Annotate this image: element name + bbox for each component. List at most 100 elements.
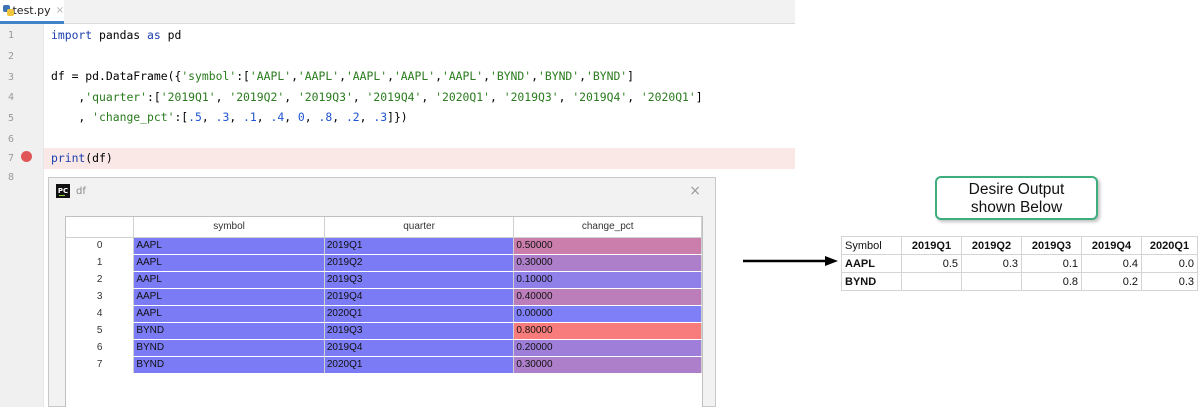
cell-symbol: AAPL <box>133 271 325 289</box>
code-separator: , <box>531 69 538 83</box>
line-number: 1 <box>7 30 14 41</box>
table-cell: 0.0 <box>1141 254 1198 273</box>
column-header[interactable]: symbol <box>133 217 325 238</box>
table-cell <box>961 272 1022 291</box>
code-separator: , <box>229 110 244 124</box>
cell-quarter: 2020Q1 <box>324 356 515 374</box>
row-index: 0 <box>66 237 135 255</box>
code-separator: , <box>291 69 298 83</box>
table-row[interactable]: 5 BYND 2019Q3 0.80000 <box>66 322 702 340</box>
code-literal: '2020Q1' <box>640 90 696 104</box>
table-cell: 0.2 <box>1081 272 1142 291</box>
code-separator: , <box>359 110 374 124</box>
code-line-5: , 'change_pct':[.5, .3, .1, .4, 0, .8, .… <box>51 110 408 124</box>
cell-quarter: 2019Q4 <box>324 339 515 357</box>
table-row[interactable]: 6 BYND 2019Q4 0.20000 <box>66 339 702 357</box>
code-literal: .2 <box>345 110 360 124</box>
column-header[interactable]: change_pct <box>513 217 702 238</box>
table-cell: 0.4 <box>1081 254 1142 273</box>
table-header-row: Symbol 2019Q1 2019Q2 2019Q3 2019Q4 2020Q… <box>841 236 1198 255</box>
code-separator: , <box>284 110 298 124</box>
cell-change-pct: 0.50000 <box>513 237 702 255</box>
callout-line: shown Below <box>970 199 1063 216</box>
table-cell: 0.3 <box>961 254 1022 273</box>
column-header: 2019Q1 <box>901 236 962 255</box>
cell-symbol: AAPL <box>133 254 325 272</box>
code-separator: , <box>339 69 346 83</box>
column-header[interactable]: quarter <box>324 217 515 238</box>
code-separator: , <box>579 69 587 83</box>
code-literal: .3 <box>215 110 230 124</box>
code-literal: 'AAPL' <box>393 69 436 83</box>
row-symbol: BYND <box>841 272 902 291</box>
line-number: 7 <box>7 153 14 164</box>
table-row[interactable]: 1 AAPL 2019Q2 0.30000 <box>66 254 702 272</box>
editor-tab-bar: test.py × <box>0 0 795 24</box>
line-number-gutter: 1 2 3 4 5 6 7 8 <box>0 24 44 407</box>
table-row[interactable]: 0 AAPL 2019Q1 0.50000 <box>66 237 702 255</box>
code-literal: 'AAPL' <box>249 69 292 83</box>
cell-quarter: 2019Q4 <box>324 288 515 306</box>
breakpoint-icon[interactable] <box>21 151 32 162</box>
table-row[interactable]: 4 AAPL 2020Q1 0.00000 <box>66 305 702 323</box>
cell-quarter: 2019Q1 <box>324 237 515 255</box>
table-cell: 0.1 <box>1021 254 1082 273</box>
code-separator: , <box>490 90 504 104</box>
code-line-1: import pandas as pd <box>51 28 182 42</box>
line-number: 5 <box>7 113 14 124</box>
cell-change-pct: 0.00000 <box>513 305 702 323</box>
code-literal: .1 <box>243 110 257 124</box>
row-index: 7 <box>66 356 135 374</box>
code-separator: , <box>421 90 436 104</box>
dialog-header: PC df × <box>49 178 715 206</box>
code-literal: 0 <box>297 110 305 124</box>
dialog-title: df <box>76 186 86 197</box>
table-header-row: symbol quarter change_pct <box>66 217 702 238</box>
cell-quarter: 2019Q3 <box>324 271 515 289</box>
code-separator: , <box>435 69 442 83</box>
row-index: 5 <box>66 322 135 340</box>
code-literal: .3 <box>373 110 388 124</box>
code-line-7: print(df) <box>51 151 113 165</box>
cell-change-pct: 0.30000 <box>513 356 702 374</box>
column-header: 2019Q3 <box>1021 236 1082 255</box>
row-index: 2 <box>66 271 135 289</box>
table-row[interactable]: 7 BYND 2020Q1 0.30000 <box>66 356 702 374</box>
code-literal: 'AAPL' <box>345 69 388 83</box>
desired-output-callout: Desire Output shown Below <box>935 176 1098 220</box>
cell-symbol: AAPL <box>133 237 325 255</box>
index-header <box>66 217 135 238</box>
code-line-3: df = pd.DataFrame({'symbol':['AAPL','AAP… <box>51 69 635 83</box>
tab-label: test.py <box>12 4 51 17</box>
cell-quarter: 2019Q2 <box>324 254 515 272</box>
cell-change-pct: 0.40000 <box>513 288 702 306</box>
table-row[interactable]: 2 AAPL 2019Q3 0.10000 <box>66 271 702 289</box>
column-header: 2019Q2 <box>961 236 1022 255</box>
code-literal: '2019Q4' <box>366 90 422 104</box>
line-number: 4 <box>7 92 14 103</box>
arrow-right-icon <box>743 256 838 266</box>
close-icon[interactable]: × <box>689 183 701 199</box>
code-literal: .8 <box>318 110 333 124</box>
code-separator: , <box>332 110 346 124</box>
code-literal: '2019Q2' <box>229 90 285 104</box>
cell-symbol: BYND <box>133 356 325 374</box>
code-separator: , <box>483 69 490 83</box>
close-icon[interactable]: × <box>56 5 64 16</box>
corner-header: Symbol <box>841 236 902 255</box>
cell-change-pct: 0.80000 <box>513 322 702 340</box>
row-index: 3 <box>66 288 135 306</box>
cell-quarter: 2019Q3 <box>324 322 515 340</box>
python-file-icon <box>3 5 14 16</box>
cell-change-pct: 0.20000 <box>513 339 702 357</box>
pycharm-logo-icon: PC <box>56 184 70 198</box>
table-cell: 0.8 <box>1021 272 1082 291</box>
table-row[interactable]: 3 AAPL 2019Q4 0.40000 <box>66 288 702 306</box>
dataframe-grid[interactable]: symbol quarter change_pct 0 AAPL 2019Q1 0.5… <box>65 216 703 407</box>
code-separator: , <box>256 110 271 124</box>
table-cell: 0.3 <box>1141 272 1198 291</box>
tab-test-py[interactable]: test.py × <box>0 0 64 24</box>
code-literal: 'BYND' <box>586 69 628 83</box>
callout-line: Desire Output <box>968 181 1065 198</box>
row-index: 1 <box>66 254 135 272</box>
